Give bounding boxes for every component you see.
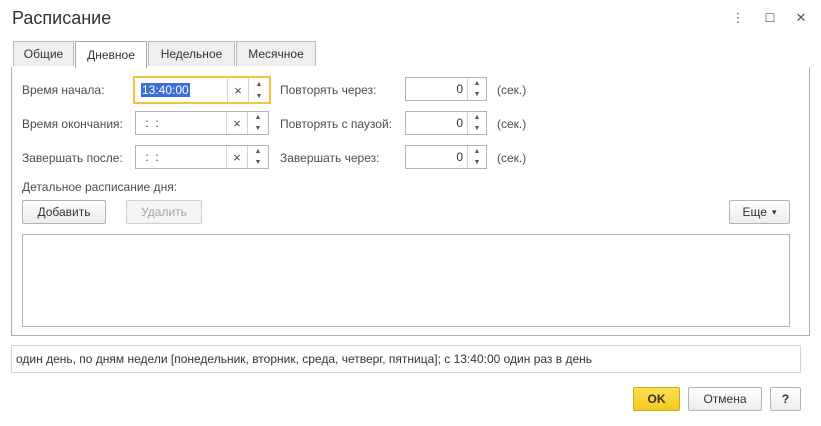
start-time-label: Время начала: <box>22 83 105 97</box>
repeat-pause-value: 0 <box>456 116 463 130</box>
tab-weekly[interactable]: Недельное <box>148 41 235 66</box>
schedule-summary: один день, по дням недели [понедельник, … <box>11 345 801 373</box>
close-icon[interactable]: ✕ <box>793 10 809 26</box>
start-time-spinner[interactable]: ▲ ▼ <box>248 78 269 102</box>
tab-daily[interactable]: Дневное <box>75 41 147 68</box>
spin-down-icon[interactable]: ▼ <box>468 157 486 168</box>
spin-up-icon[interactable]: ▲ <box>249 78 269 90</box>
end-time-input[interactable]: : : × ▲ ▼ <box>135 111 269 135</box>
end-time-label: Время окончания: <box>22 117 123 131</box>
ok-button[interactable]: OK <box>633 387 680 411</box>
spin-up-icon[interactable]: ▲ <box>468 78 486 89</box>
repeat-pause-label: Повторять с паузой: <box>280 117 393 131</box>
spin-up-icon[interactable]: ▲ <box>248 146 268 157</box>
repeat-every-input[interactable]: 0 ▲ ▼ <box>405 77 487 101</box>
repeat-pause-input[interactable]: 0 ▲ ▼ <box>405 111 487 135</box>
repeat-pause-spinner[interactable]: ▲ ▼ <box>467 112 486 134</box>
repeat-every-label: Повторять через: <box>280 83 377 97</box>
repeat-every-value: 0 <box>456 82 463 96</box>
spin-up-icon[interactable]: ▲ <box>468 146 486 157</box>
maximize-icon[interactable]: ☐ <box>762 10 778 26</box>
end-time-spinner[interactable]: ▲ ▼ <box>247 112 268 134</box>
finish-after-value: : : <box>142 150 159 164</box>
clear-icon[interactable]: × <box>227 78 248 102</box>
repeat-pause-unit: (сек.) <box>497 117 527 131</box>
menu-icon[interactable]: ⋮ <box>730 10 746 26</box>
finish-after-spinner[interactable]: ▲ ▼ <box>247 146 268 168</box>
more-label: Еще <box>742 205 767 219</box>
delete-button[interactable]: Удалить <box>126 200 202 224</box>
spin-down-icon[interactable]: ▼ <box>248 123 268 134</box>
end-time-value: : : <box>142 116 159 130</box>
start-time-input[interactable]: 13:40:00 × ▲ ▼ <box>133 76 271 104</box>
chevron-down-icon: ▾ <box>771 206 777 217</box>
add-button[interactable]: Добавить <box>22 200 106 224</box>
detail-schedule-label: Детальное расписание дня: <box>22 180 178 194</box>
more-button[interactable]: Еще ▾ <box>729 200 790 224</box>
finish-after-input[interactable]: : : × ▲ ▼ <box>135 145 269 169</box>
finish-in-input[interactable]: 0 ▲ ▼ <box>405 145 487 169</box>
repeat-every-unit: (сек.) <box>497 83 527 97</box>
finish-after-label: Завершать после: <box>22 151 123 165</box>
spin-down-icon[interactable]: ▼ <box>248 157 268 168</box>
spin-down-icon[interactable]: ▼ <box>468 123 486 134</box>
spin-down-icon[interactable]: ▼ <box>468 89 486 100</box>
spin-up-icon[interactable]: ▲ <box>468 112 486 123</box>
tab-general[interactable]: Общие <box>13 41 74 66</box>
finish-in-spinner[interactable]: ▲ ▼ <box>467 146 486 168</box>
detail-schedule-list[interactable] <box>22 234 790 327</box>
finish-in-label: Завершать через: <box>280 151 380 165</box>
help-button[interactable]: ? <box>770 387 801 411</box>
window-title: Расписание <box>12 8 112 28</box>
finish-in-unit: (сек.) <box>497 151 527 165</box>
spin-down-icon[interactable]: ▼ <box>249 90 269 102</box>
spin-up-icon[interactable]: ▲ <box>248 112 268 123</box>
clear-icon[interactable]: × <box>226 146 247 168</box>
clear-icon[interactable]: × <box>226 112 247 134</box>
cancel-button[interactable]: Отмена <box>688 387 762 411</box>
tab-monthly[interactable]: Месячное <box>236 41 316 66</box>
start-time-value: 13:40:00 <box>141 83 190 97</box>
finish-in-value: 0 <box>456 150 463 164</box>
repeat-every-spinner[interactable]: ▲ ▼ <box>467 78 486 100</box>
